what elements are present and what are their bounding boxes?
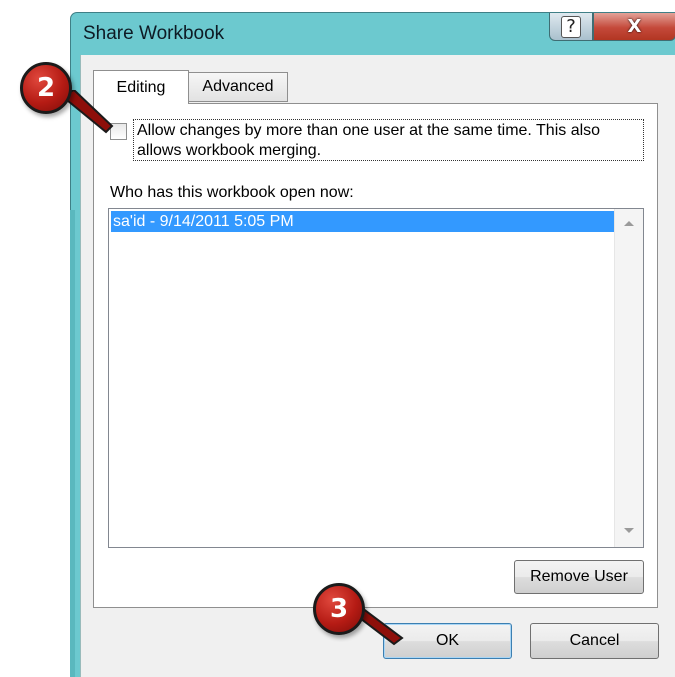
- list-item[interactable]: sa'id - 9/14/2011 5:05 PM: [111, 211, 616, 232]
- help-button[interactable]: ?: [549, 13, 593, 41]
- users-listbox[interactable]: sa'id - 9/14/2011 5:05 PM: [108, 208, 644, 548]
- callout-step-3: 3: [313, 583, 365, 635]
- vertical-scrollbar[interactable]: [614, 209, 643, 547]
- allow-changes-text: Allow changes by more than one user at t…: [137, 122, 601, 159]
- window-title: Share Workbook: [83, 23, 225, 44]
- allow-changes-label[interactable]: Allow changes by more than one user at t…: [133, 119, 644, 161]
- help-icon: ?: [561, 15, 581, 38]
- callout-step-2-number: 2: [36, 73, 56, 103]
- close-icon: X: [627, 16, 642, 37]
- cancel-label: Cancel: [569, 632, 620, 649]
- callout-step-3-number: 3: [329, 594, 349, 624]
- cancel-button[interactable]: Cancel: [530, 623, 659, 659]
- scroll-down-icon[interactable]: [624, 528, 634, 533]
- callout-step-2: 2: [20, 62, 72, 114]
- scroll-up-icon[interactable]: [624, 221, 634, 226]
- ok-label: OK: [435, 632, 460, 649]
- tab-advanced[interactable]: Advanced: [188, 72, 288, 102]
- remove-user-button[interactable]: Remove User: [514, 560, 644, 594]
- close-button[interactable]: X: [593, 13, 675, 41]
- tab-editing-label: Editing: [116, 78, 166, 96]
- window-border-accent: [70, 210, 75, 677]
- remove-user-label: Remove User: [530, 568, 628, 585]
- who-has-open-label: Who has this workbook open now:: [110, 184, 354, 201]
- tab-advanced-label: Advanced: [202, 78, 274, 95]
